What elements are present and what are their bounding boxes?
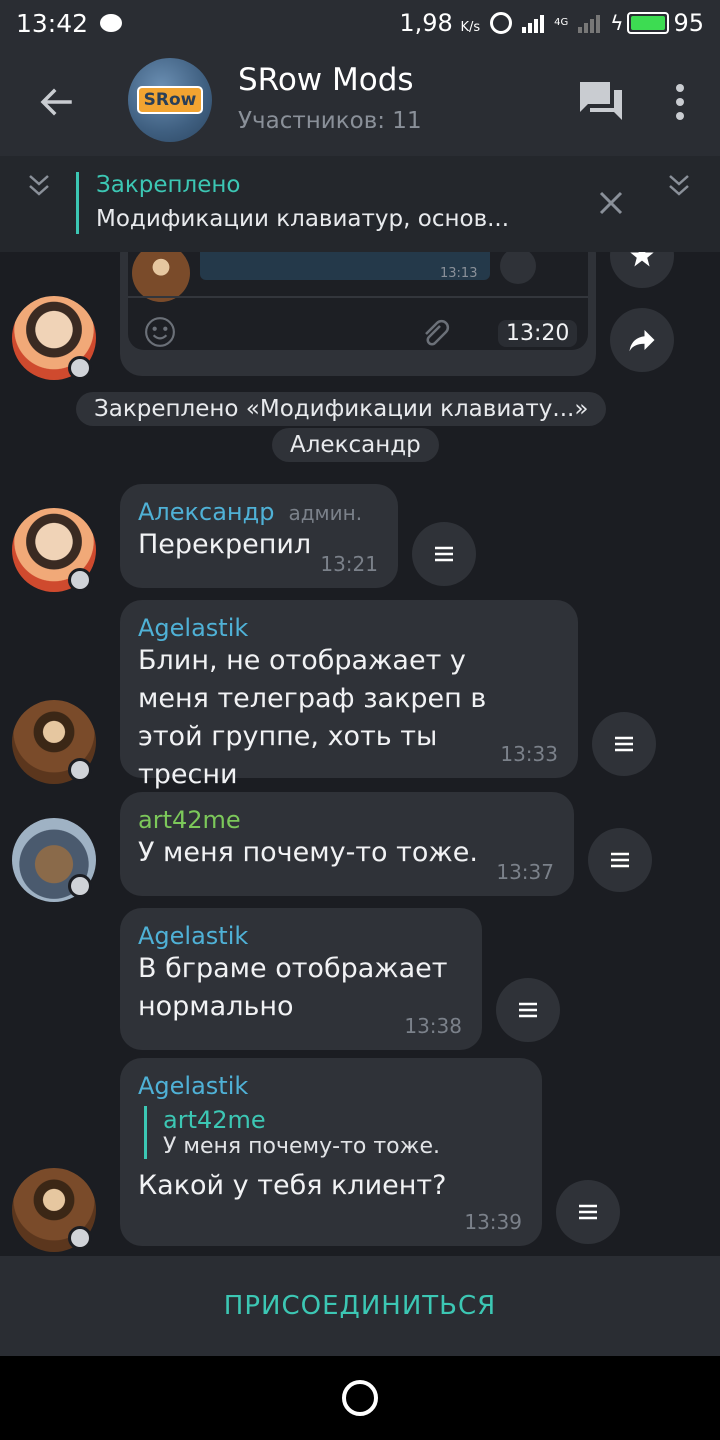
charging-icon: ϟ: [610, 11, 624, 35]
preview-input-line: [128, 296, 588, 298]
message-text: Блин, не отображает у меня телеграф закр…: [138, 645, 487, 790]
message-menu-button[interactable]: [412, 522, 476, 586]
message-menu-button[interactable]: [496, 978, 560, 1042]
message-bubble[interactable]: Agelastik В бграме отображает нормально …: [120, 908, 482, 1050]
group-member-count: Участников: 11: [238, 108, 422, 134]
status-time: 13:42: [16, 8, 89, 38]
forwarded-media-message[interactable]: 13:13 13:20: [120, 252, 596, 376]
menu-lines-icon: [611, 852, 629, 868]
network-speed-value: 1,98: [399, 9, 453, 37]
reply-text: У меня почему-то тоже.: [163, 1134, 440, 1159]
alarm-icon: [490, 12, 513, 34]
battery-level: 95: [673, 9, 704, 37]
forward-button[interactable]: [610, 308, 674, 372]
admin-badge: админ.: [288, 501, 363, 525]
online-status-dot: [68, 758, 92, 782]
online-status-dot: [68, 874, 92, 898]
share-arrow-icon: [629, 330, 655, 352]
group-avatar[interactable]: SRow: [128, 58, 212, 142]
message-menu-button[interactable]: [556, 1180, 620, 1244]
message-menu-button[interactable]: [592, 712, 656, 776]
message-time: 13:33: [500, 742, 558, 766]
network-speed-unit: K/s: [460, 20, 481, 35]
reply-quote[interactable]: art42me У меня почему-то тоже.: [144, 1106, 524, 1159]
chevron-down-icon[interactable]: [24, 170, 54, 200]
message-time: 13:37: [496, 860, 554, 884]
network-speed: 1,98 K/s: [399, 9, 480, 37]
message-bubble[interactable]: Agelastik Блин, не отображает у меня тел…: [120, 600, 578, 790]
smile-icon: [145, 317, 175, 347]
message-text: Какой у тебя клиент?: [138, 1170, 447, 1201]
star-button[interactable]: [610, 252, 674, 288]
group-avatar-label: SRow: [136, 86, 204, 114]
join-bar: ПРИСОЕДИНИТЬСЯ: [0, 1256, 720, 1356]
message-text: У меня почему-то тоже.: [138, 837, 478, 868]
service-message-line1: Закреплено «Модификации клавиату...»: [76, 392, 607, 426]
pinned-text: Модификации клавиатур, основ...: [96, 206, 510, 232]
online-status-dot: [68, 356, 92, 380]
menu-lines-icon: [435, 546, 453, 562]
message-list[interactable]: 13:13 13:20 Закреплено «Модификации клав…: [0, 252, 720, 1256]
message-time: 13:39: [464, 1210, 522, 1234]
message-bubble[interactable]: Александр админ. Перекрепил 13:21: [120, 484, 398, 588]
menu-lines-icon: [615, 736, 633, 752]
join-button[interactable]: ПРИСОЕДИНИТЬСЯ: [224, 1291, 496, 1321]
message-time: 13:38: [404, 1014, 462, 1038]
discussion-icon[interactable]: [578, 80, 624, 122]
preview-time: 13:13: [440, 266, 478, 281]
message-author[interactable]: Agelastik: [138, 922, 464, 950]
signal-icon-sim2: [578, 13, 601, 33]
group-title[interactable]: SRow Mods: [238, 62, 414, 98]
back-arrow-icon[interactable]: [36, 82, 76, 122]
signal-icon: [522, 13, 545, 33]
paperclip-icon: [425, 319, 450, 346]
status-bar: 13:42 1,98 K/s 4G ϟ 95: [0, 0, 720, 46]
preview-menu-button: [500, 252, 536, 284]
network-type: 4G: [554, 17, 569, 28]
menu-lines-icon: [519, 1002, 537, 1018]
message-bubble[interactable]: art42me У меня почему-то тоже. 13:37: [120, 792, 574, 896]
reply-author: art42me: [163, 1106, 266, 1134]
star-icon: [630, 252, 654, 267]
media-preview: 13:13 13:20: [128, 252, 588, 350]
home-circle-icon[interactable]: [342, 1380, 378, 1416]
battery-icon: ϟ 95: [610, 9, 704, 37]
online-status-dot: [68, 568, 92, 592]
message-author[interactable]: Agelastik: [138, 1072, 524, 1100]
notification-chat-icon: [100, 14, 123, 32]
message-author[interactable]: art42me: [138, 806, 556, 834]
message-menu-button[interactable]: [588, 828, 652, 892]
system-nav-bar: [0, 1356, 720, 1440]
pinned-title: Закреплено: [96, 172, 241, 198]
menu-lines-icon: [579, 1204, 597, 1220]
forward-time: 13:20: [498, 320, 578, 347]
chat-header: SRow SRow Mods Участников: 11: [0, 46, 720, 156]
message-author[interactable]: Александр: [138, 498, 274, 526]
message-bubble[interactable]: Agelastik art42me У меня почему-то тоже.…: [120, 1058, 542, 1246]
chevron-down-icon[interactable]: [664, 170, 694, 200]
pinned-accent-line: [76, 172, 79, 234]
close-icon[interactable]: [596, 188, 626, 218]
message-author[interactable]: Agelastik: [138, 614, 560, 642]
online-status-dot: [68, 1226, 92, 1250]
preview-avatar: [132, 252, 190, 302]
service-message-line2: Александр: [272, 428, 439, 462]
more-options-icon[interactable]: [668, 80, 692, 124]
message-time: 13:21: [320, 552, 378, 576]
